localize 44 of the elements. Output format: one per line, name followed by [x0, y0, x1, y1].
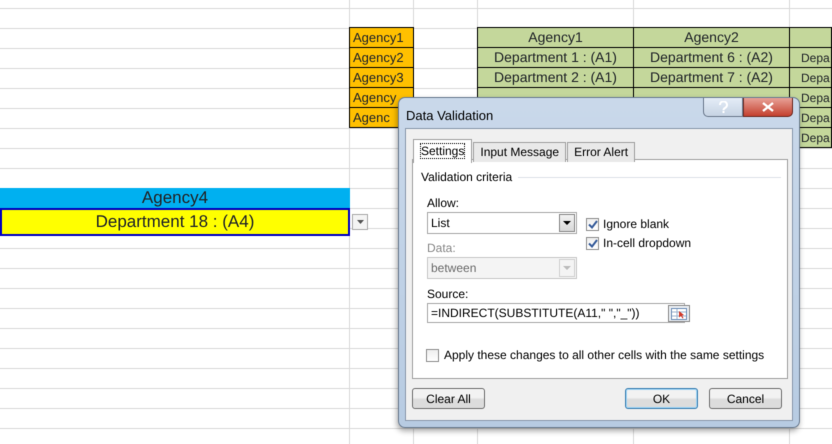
dropdown-field[interactable]: List	[427, 212, 577, 234]
table-cell: Department 2 : (A1)	[477, 67, 634, 88]
checkbox-label: Ignore blank	[603, 216, 670, 233]
table-header: Agency1	[477, 27, 634, 48]
table-cell: Department 1 : (A1)	[477, 47, 634, 68]
field-value: =INDIRECT(SUBSTITUTE(A11," ","_"))	[431, 305, 640, 322]
source-field[interactable]: =INDIRECT(SUBSTITUTE(A11," ","_"))	[427, 303, 685, 323]
dialog-tab[interactable]: Error Alert	[567, 142, 636, 162]
help-icon	[718, 101, 728, 113]
help-button[interactable]	[703, 98, 743, 117]
table-cell: Agency4	[0, 188, 350, 208]
checkbox-label: Apply these changes to all other cells with the same settings	[444, 347, 764, 364]
field-label: Source:	[427, 286, 468, 303]
field-value: List	[431, 215, 450, 232]
dropdown-button[interactable]	[352, 214, 368, 230]
checkbox[interactable]	[426, 348, 439, 362]
table-cell: Agency3	[349, 67, 414, 88]
field-label: Data:	[427, 240, 456, 257]
checkbox-label: In-cell dropdown	[603, 235, 692, 252]
table-cell: Department 6 : (A2)	[633, 47, 790, 68]
dialog-button[interactable]: Cancel	[709, 388, 782, 409]
table-cell: Department 7 : (A2)	[633, 67, 790, 88]
table-cell: Agency1	[349, 27, 414, 48]
selected-cell: Department 18 : (A4)	[0, 208, 350, 236]
field-value: between	[431, 260, 476, 277]
range-icon	[671, 308, 687, 320]
checkbox[interactable]	[586, 236, 599, 250]
checkbox[interactable]	[586, 218, 599, 230]
close-button[interactable]	[743, 98, 793, 117]
field-label: Allow:	[427, 195, 460, 212]
close-icon	[762, 102, 774, 112]
dialog-tab[interactable]: Settings	[413, 139, 472, 163]
group-title: Validation criteria	[421, 169, 512, 186]
caret-icon	[563, 266, 571, 270]
caret-icon	[563, 221, 571, 225]
table-cell: Agency2	[349, 47, 414, 68]
table-cell: Depa	[789, 47, 832, 68]
dialog-tab[interactable]: Input Message	[473, 142, 566, 162]
caret-icon	[356, 220, 364, 224]
table-header: Agency2	[633, 27, 790, 48]
dialog-button[interactable]: OK	[625, 388, 698, 409]
table-cell: Depa	[789, 67, 832, 88]
dialog-button[interactable]: Clear All	[412, 388, 485, 409]
range-select-button[interactable]	[668, 305, 690, 322]
